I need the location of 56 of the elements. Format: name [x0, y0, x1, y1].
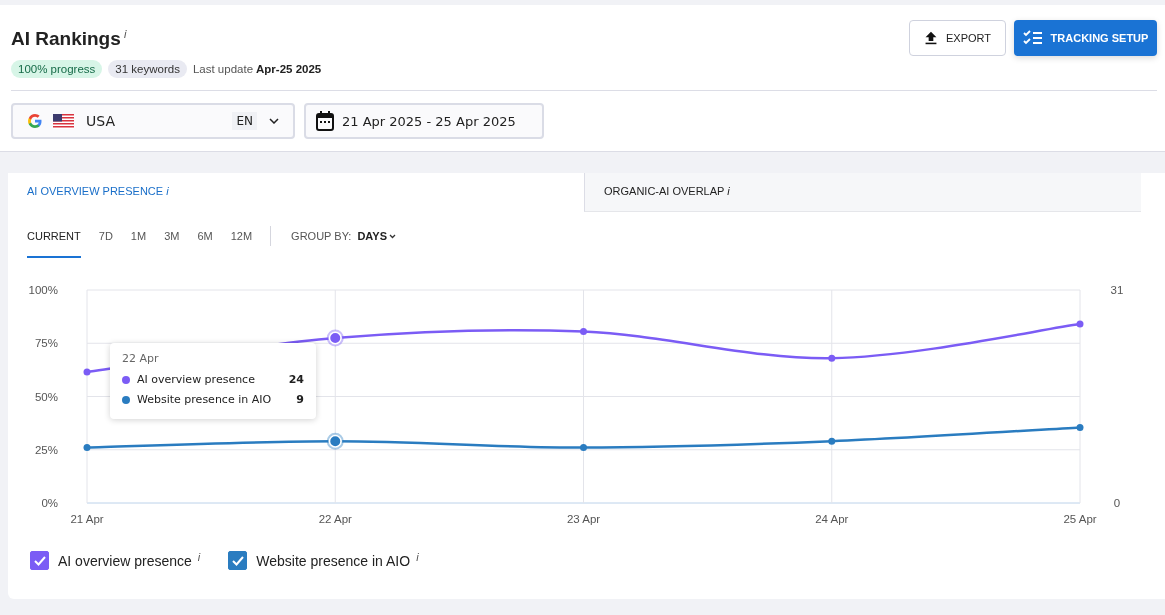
page-title: AI Rankings: [11, 28, 121, 50]
g-logo-icon: [27, 113, 43, 129]
last-update-date: Apr-25 2025: [256, 63, 322, 75]
x-axis-label: 23 Apr: [566, 513, 601, 525]
tooltip-date: 22 Apr: [122, 352, 160, 365]
right-axis-label: 31: [1110, 284, 1124, 296]
y-axis-label: 100%: [28, 284, 58, 296]
period-tab[interactable]: 7D: [98, 214, 113, 258]
x-axis-label: 25 Apr: [1063, 513, 1097, 525]
info-icon[interactable]: i: [416, 550, 419, 563]
check-icon: [32, 554, 47, 567]
date-range-picker[interactable]: 21 Apr 2025 - 25 Apr 2025: [304, 103, 544, 139]
upload-icon: [924, 29, 938, 47]
legend-label: Website presence in AIO: [256, 552, 411, 569]
checkbox[interactable]: [30, 551, 49, 570]
check-icon: [230, 554, 245, 567]
x-axis-label: 22 Apr: [318, 513, 352, 525]
tooltip-value: 24: [288, 372, 304, 388]
legend-label: AI overview presence: [58, 552, 192, 569]
flag-icon: [53, 113, 74, 129]
y-axis-label: 0%: [41, 497, 58, 509]
group-by-dropdown[interactable]: DAYS: [357, 230, 396, 242]
status-badge: 31 keywords: [108, 60, 187, 78]
period-tab[interactable]: CURRENT: [27, 214, 81, 258]
data-point: [580, 444, 587, 452]
y-axis-label: 50%: [34, 390, 58, 403]
tracking-setup-button[interactable]: TRACKING SETUP: [1014, 20, 1157, 56]
x-axis-label: 24 Apr: [815, 513, 849, 525]
tooltip-value: 9: [296, 392, 304, 408]
calendar-icon: [316, 111, 334, 131]
tooltip-label: Website presence in AIO: [137, 392, 273, 408]
info-icon[interactable]: i: [197, 550, 201, 563]
tooltip-label: AI overview presence: [137, 372, 256, 388]
x-axis-label: 21 Apr: [70, 513, 104, 525]
y-axis-label: 75%: [34, 337, 58, 350]
period-tab[interactable]: 1M: [130, 214, 147, 258]
y-axis-label: 25%: [34, 443, 58, 456]
export-button[interactable]: EXPORT: [909, 20, 1006, 56]
location-select[interactable]: USA EN: [11, 103, 295, 139]
checklist-icon: [1022, 30, 1043, 46]
info-icon[interactable]: i: [123, 28, 127, 41]
period-tab[interactable]: 12M: [230, 214, 253, 258]
period-tab[interactable]: 3M: [164, 214, 180, 258]
chevron-down-icon: [269, 118, 279, 124]
data-point: [828, 437, 836, 445]
data-point: [1076, 423, 1084, 431]
tab[interactable]: ORGANIC-AI OVERLAP i: [584, 173, 1141, 212]
period-tab[interactable]: 6M: [197, 214, 213, 258]
chevron-down-icon: [389, 233, 396, 239]
status-badge: 100% progress: [11, 60, 103, 78]
right-axis-label: 0: [1113, 497, 1121, 509]
checkbox[interactable]: [228, 551, 248, 570]
language-code: EN: [232, 112, 257, 130]
data-point: [83, 444, 91, 452]
group-by-label: GROUP BY:: [291, 230, 352, 242]
last-update-label: Last update: [192, 63, 254, 75]
